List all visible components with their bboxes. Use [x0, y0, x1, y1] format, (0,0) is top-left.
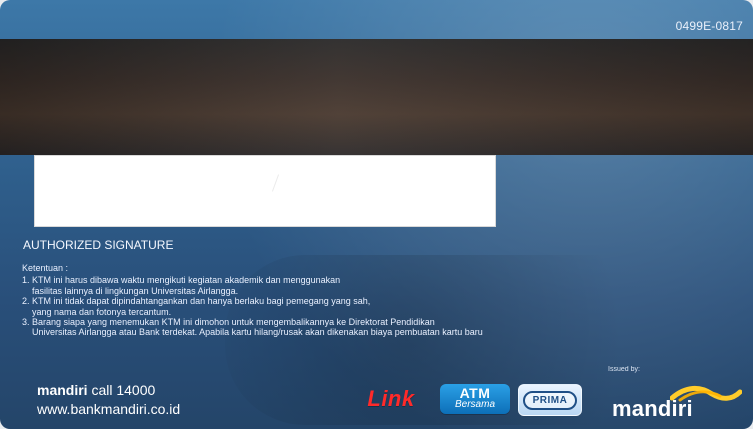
- bank-website: www.bankmandiri.co.id: [37, 401, 181, 417]
- call-brand: mandiri: [37, 382, 88, 398]
- terms-line-1: 1. KTM ini harus dibawa waktu mengikuti …: [22, 275, 341, 286]
- atm-bersama-logo: ATM Bersama: [440, 384, 510, 414]
- issued-by-label: Issued by:: [608, 366, 640, 373]
- prima-logo: PRIMA: [518, 384, 582, 416]
- serial-number: 0499E-0817: [675, 19, 743, 33]
- prima-logo-text: PRIMA: [522, 390, 578, 410]
- link-logo: Link: [367, 386, 415, 411]
- terms-line-6: Universitas Airlangga atau Bank terdekat…: [32, 327, 483, 338]
- terms-heading: Ketentuan :: [22, 263, 69, 273]
- terms-line-3: 2. KTM ini tidak dapat dipindahtangankan…: [22, 296, 371, 307]
- magnetic-stripe: [0, 39, 753, 155]
- authorized-signature-label: AUTHORIZED SIGNATURE: [23, 238, 174, 252]
- signature-mark: [271, 174, 280, 192]
- terms-line-4: yang nama dan fotonya tercantum.: [32, 306, 172, 317]
- card-back: 0499E-0817 AUTHORIZED SIGNATURE Ketentua…: [0, 0, 753, 429]
- bank-contact: mandiri call 14000 www.bankmandiri.co.id: [37, 382, 180, 418]
- call-number: call 14000: [87, 382, 156, 398]
- call-center-text: mandiri call 14000: [37, 382, 180, 398]
- terms-line-2: fasilitas lainnya di lingkungan Universi…: [32, 285, 239, 296]
- mandiri-logo-text: mandiri: [612, 396, 693, 421]
- atm-logo-bottom: Bersama: [454, 399, 495, 410]
- terms-line-5: 3. Barang siapa yang menemukan KTM ini d…: [22, 317, 435, 328]
- network-logos: Link ATM Bersama PRIMA: [350, 376, 610, 424]
- mandiri-logo: mandiri: [612, 384, 752, 426]
- signature-panel: [34, 155, 496, 227]
- terms-block: Ketentuan : 1. KTM ini harus dibawa wakt…: [22, 263, 622, 338]
- atm-logo-top: ATM: [459, 385, 491, 401]
